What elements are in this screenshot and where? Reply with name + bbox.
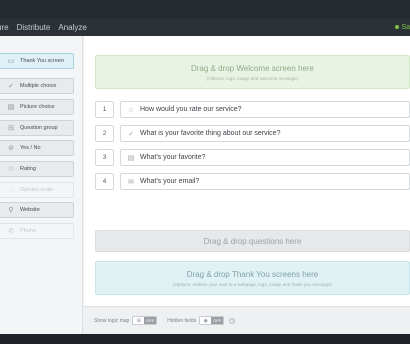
question-type-label: Phone xyxy=(20,228,36,234)
hidden-fields-icon: ◉ xyxy=(203,317,208,324)
logic-map-label: Show logic map xyxy=(94,317,130,324)
bottom-bar xyxy=(0,334,410,344)
question-card[interactable]: ☆ How would you rate our service? xyxy=(120,101,410,118)
welcome-screen-dropzone[interactable]: Drag & drop Welcome screen here (Options… xyxy=(95,55,410,89)
question-type-label: Question group xyxy=(20,125,58,131)
toggle-state: OFF xyxy=(144,317,157,324)
form-canvas: Drag & drop Welcome screen here (Options… xyxy=(84,36,410,306)
question-type-label: Rating xyxy=(20,166,36,172)
question-type-website[interactable]: ⚲ Website xyxy=(0,202,74,218)
link-icon: ⚲ xyxy=(8,207,14,214)
hidden-fields-label: Hidden fields xyxy=(167,317,197,324)
dropzone-subtitle: (Options: redirect your user to a webpag… xyxy=(172,281,333,287)
question-number: 3 xyxy=(95,149,114,166)
question-type-question-group[interactable]: ⊟ Question group xyxy=(0,120,74,136)
nav-tab-distribute[interactable]: Distribute xyxy=(17,23,51,32)
questions-dropzone[interactable]: Drag & drop questions here xyxy=(95,230,410,252)
question-type-label: Website xyxy=(20,207,40,213)
question-type-label: Multiple choice xyxy=(20,83,57,89)
question-type-opinion-scale[interactable]: ◌ Opinion scale xyxy=(0,182,74,198)
email-icon: ✉ xyxy=(128,178,134,186)
save-status-label: Sa xyxy=(401,23,410,31)
group-icon: ⊟ xyxy=(8,125,14,132)
dropzone-title: Drag & drop Thank You screens here xyxy=(186,269,319,279)
yes-no-icon: ⊘ xyxy=(8,145,14,152)
question-type-label: Opinion scale xyxy=(20,187,54,193)
screen-icon: ▭ xyxy=(7,58,15,65)
checkmark-icon: ✓ xyxy=(128,130,134,138)
question-type-label: Yes / No xyxy=(20,145,41,151)
picture-icon: ▤ xyxy=(7,104,15,111)
status-dot-icon xyxy=(395,25,400,29)
nav-tab-structure[interactable]: ure xyxy=(0,23,9,32)
question-number: 4 xyxy=(95,173,114,190)
question-text: What's your email? xyxy=(140,178,200,185)
question-type-yes-no[interactable]: ⊘ Yes / No xyxy=(0,140,74,156)
logic-map-icon: ⊞ xyxy=(136,317,141,324)
question-type-multiple-choice[interactable]: ✓ Multiple choice xyxy=(0,78,74,94)
picture-icon: ▤ xyxy=(127,154,135,162)
save-status: Sa xyxy=(395,18,410,36)
star-icon: ☆ xyxy=(7,166,15,173)
question-card[interactable]: ✉ What's your email? xyxy=(120,173,410,190)
question-text: How would you rate our service? xyxy=(140,106,242,113)
dropzone-subtitle: (Options: logo, image and welcome messag… xyxy=(206,75,299,81)
dropzone-title: Drag & drop Welcome screen here xyxy=(190,63,315,73)
question-text: What's your favorite? xyxy=(140,154,206,161)
question-text: What is your favorite thing about our se… xyxy=(140,130,281,137)
star-icon: ☆ xyxy=(127,106,135,114)
question-type-label: Picture choice xyxy=(20,104,55,110)
question-card[interactable]: ✓ What is your favorite thing about our … xyxy=(120,125,410,142)
question-number: 2 xyxy=(95,125,114,142)
question-card[interactable]: ▤ What's your favorite? xyxy=(120,149,410,166)
top-bar xyxy=(0,0,410,18)
thank-you-dropzone[interactable]: Drag & drop Thank You screens here (Opti… xyxy=(95,261,410,295)
help-icon[interactable]: ? xyxy=(229,317,236,324)
builder-main: ▭ Thank You screen ✓ Multiple choice ▤ P… xyxy=(0,36,410,334)
scale-icon: ◌ xyxy=(8,186,14,194)
nav-tab-analyze[interactable]: Analyze xyxy=(58,23,86,32)
dropzone-title: Drag & drop questions here xyxy=(203,236,302,246)
question-type-label: Thank You screen xyxy=(20,58,65,64)
question-type-picture-choice[interactable]: ▤ Picture choice xyxy=(0,99,74,115)
question-type-phone[interactable]: ✆ Phone xyxy=(0,223,74,239)
builder-footer: Show logic map ⊞ OFF Hidden fields ◉ OFF… xyxy=(84,306,410,334)
nav-bar: ure Distribute Analyze Sa xyxy=(0,18,410,36)
logic-map-toggle[interactable]: ⊞ OFF xyxy=(132,316,158,325)
question-type-thank-you-screen[interactable]: ▭ Thank You screen xyxy=(0,53,74,69)
question-number: 1 xyxy=(95,101,114,118)
question-type-rating[interactable]: ☆ Rating xyxy=(0,161,74,177)
toggle-state: OFF xyxy=(211,317,224,324)
checkmark-icon: ✓ xyxy=(8,83,14,90)
question-types-sidebar: ▭ Thank You screen ✓ Multiple choice ▤ P… xyxy=(0,36,83,334)
hidden-fields-toggle[interactable]: ◉ OFF xyxy=(199,316,225,325)
phone-icon: ✆ xyxy=(8,228,14,235)
